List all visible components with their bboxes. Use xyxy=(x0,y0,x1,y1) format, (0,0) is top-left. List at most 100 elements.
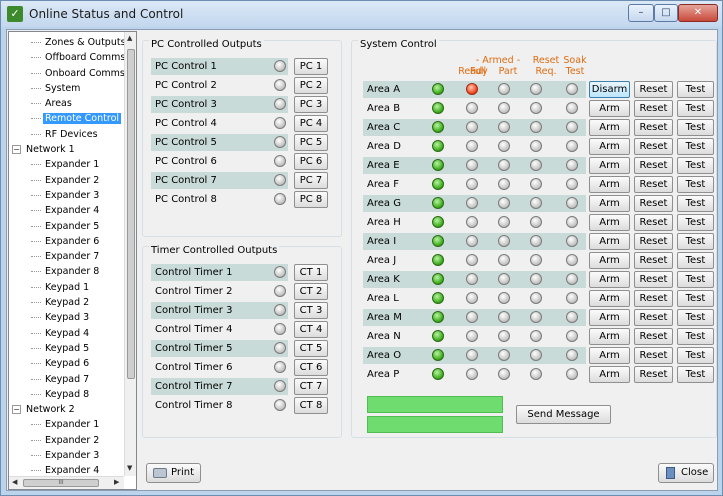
area-reset-button[interactable]: Reset xyxy=(634,309,673,326)
area-test-button[interactable]: Test xyxy=(677,233,714,250)
arm-button[interactable]: Arm xyxy=(589,233,630,250)
pc-control-button[interactable]: PC 5 xyxy=(294,134,328,151)
scroll-up-icon[interactable]: ▲ xyxy=(127,34,132,42)
tree-item[interactable]: Keypad 6 xyxy=(9,356,124,371)
control-timer-button[interactable]: CT 7 xyxy=(294,378,328,395)
arm-button[interactable]: Arm xyxy=(589,271,630,288)
tree-item[interactable]: RF Devices xyxy=(9,127,124,142)
tree-vertical-scrollbar[interactable]: ▲ ▼ xyxy=(124,32,136,476)
area-test-button[interactable]: Test xyxy=(677,100,714,117)
arm-button[interactable]: Arm xyxy=(589,328,630,345)
control-timer-button[interactable]: CT 5 xyxy=(294,340,328,357)
tree-item[interactable]: Keypad 1 xyxy=(9,280,124,295)
tree-item[interactable]: Expander 3 xyxy=(9,448,124,463)
area-test-button[interactable]: Test xyxy=(677,309,714,326)
pc-control-button[interactable]: PC 8 xyxy=(294,191,328,208)
area-test-button[interactable]: Test xyxy=(677,176,714,193)
tree-item[interactable]: Expander 2 xyxy=(9,433,124,448)
area-reset-button[interactable]: Reset xyxy=(634,328,673,345)
area-test-button[interactable]: Test xyxy=(677,119,714,136)
scroll-down-icon[interactable]: ▼ xyxy=(127,464,132,472)
tree-item[interactable]: Keypad 3 xyxy=(9,310,124,325)
area-reset-button[interactable]: Reset xyxy=(634,214,673,231)
area-reset-button[interactable]: Reset xyxy=(634,290,673,307)
close-window-button[interactable]: ✕ xyxy=(678,4,718,22)
control-timer-button[interactable]: CT 8 xyxy=(294,397,328,414)
area-reset-button[interactable]: Reset xyxy=(634,119,673,136)
maximize-button[interactable]: □ xyxy=(654,4,678,22)
tree-item[interactable]: Expander 3 xyxy=(9,188,124,203)
tree-item[interactable]: Expander 7 xyxy=(9,249,124,264)
area-test-button[interactable]: Test xyxy=(677,138,714,155)
arm-button[interactable]: Arm xyxy=(589,290,630,307)
pc-control-button[interactable]: PC 6 xyxy=(294,153,328,170)
tree-item[interactable]: Expander 5 xyxy=(9,219,124,234)
send-message-button[interactable]: Send Message xyxy=(516,405,611,424)
tree-item[interactable]: Keypad 7 xyxy=(9,372,124,387)
control-timer-button[interactable]: CT 3 xyxy=(294,302,328,319)
tree-item[interactable]: Expander 4 xyxy=(9,203,124,218)
area-test-button[interactable]: Test xyxy=(677,214,714,231)
area-reset-button[interactable]: Reset xyxy=(634,81,673,98)
area-reset-button[interactable]: Reset xyxy=(634,271,673,288)
area-test-button[interactable]: Test xyxy=(677,157,714,174)
tree-item[interactable]: Keypad 8 xyxy=(9,387,124,402)
area-test-button[interactable]: Test xyxy=(677,252,714,269)
tree-item[interactable]: Keypad 5 xyxy=(9,341,124,356)
area-reset-button[interactable]: Reset xyxy=(634,176,673,193)
area-reset-button[interactable]: Reset xyxy=(634,138,673,155)
print-button[interactable]: Print xyxy=(146,463,201,483)
area-reset-button[interactable]: Reset xyxy=(634,366,673,383)
tree-item[interactable]: Zones & Outputs xyxy=(9,35,124,50)
control-timer-button[interactable]: CT 2 xyxy=(294,283,328,300)
pc-control-button[interactable]: PC 1 xyxy=(294,58,328,75)
area-test-button[interactable]: Test xyxy=(677,195,714,212)
area-reset-button[interactable]: Reset xyxy=(634,233,673,250)
tree-item[interactable]: Expander 1 xyxy=(9,417,124,432)
arm-button[interactable]: Arm xyxy=(589,366,630,383)
pc-control-button[interactable]: PC 3 xyxy=(294,96,328,113)
arm-button[interactable]: Arm xyxy=(589,309,630,326)
hscroll-thumb[interactable]: III xyxy=(23,479,99,487)
tree-item[interactable]: Onboard Comms xyxy=(9,66,124,81)
area-test-button[interactable]: Test xyxy=(677,81,714,98)
tree-item[interactable]: Expander 2 xyxy=(9,173,124,188)
tree-item[interactable]: Remote Control xyxy=(9,111,124,126)
tree-item[interactable]: Offboard Comms xyxy=(9,50,124,65)
arm-button[interactable]: Arm xyxy=(589,252,630,269)
close-button[interactable]: Close xyxy=(658,463,714,483)
tree-item[interactable]: − Network 1 xyxy=(9,142,124,157)
area-reset-button[interactable]: Reset xyxy=(634,347,673,364)
area-reset-button[interactable]: Reset xyxy=(634,100,673,117)
arm-button[interactable]: Arm xyxy=(589,347,630,364)
control-timer-button[interactable]: CT 4 xyxy=(294,321,328,338)
area-reset-button[interactable]: Reset xyxy=(634,252,673,269)
collapse-toggle-icon[interactable]: − xyxy=(12,145,21,155)
collapse-toggle-icon[interactable]: − xyxy=(12,405,21,415)
scroll-left-icon[interactable]: ◀ xyxy=(12,478,17,486)
area-reset-button[interactable]: Reset xyxy=(634,157,673,174)
area-test-button[interactable]: Test xyxy=(677,347,714,364)
arm-button[interactable]: Arm xyxy=(589,119,630,136)
control-timer-button[interactable]: CT 6 xyxy=(294,359,328,376)
arm-button[interactable]: Arm xyxy=(589,157,630,174)
tree-item[interactable]: Keypad 4 xyxy=(9,326,124,341)
arm-button[interactable]: Arm xyxy=(589,100,630,117)
tree-item[interactable]: Expander 1 xyxy=(9,157,124,172)
arm-button[interactable]: Arm xyxy=(589,195,630,212)
tree-item[interactable]: Expander 6 xyxy=(9,234,124,249)
control-timer-button[interactable]: CT 1 xyxy=(294,264,328,281)
arm-button[interactable]: Arm xyxy=(589,214,630,231)
area-test-button[interactable]: Test xyxy=(677,271,714,288)
tree-item[interactable]: Areas xyxy=(9,96,124,111)
area-test-button[interactable]: Test xyxy=(677,328,714,345)
arm-button[interactable]: Arm xyxy=(589,138,630,155)
area-reset-button[interactable]: Reset xyxy=(634,195,673,212)
tree-item[interactable]: − Network 2 xyxy=(9,402,124,417)
pc-control-button[interactable]: PC 7 xyxy=(294,172,328,189)
pc-control-button[interactable]: PC 4 xyxy=(294,115,328,132)
title-bar[interactable]: ✓ Online Status and Control – □ ✕ xyxy=(1,1,722,27)
tree-horizontal-scrollbar[interactable]: ◀ III ▶ xyxy=(9,476,124,489)
scroll-right-icon[interactable]: ▶ xyxy=(114,478,119,486)
minimize-button[interactable]: – xyxy=(628,4,654,22)
